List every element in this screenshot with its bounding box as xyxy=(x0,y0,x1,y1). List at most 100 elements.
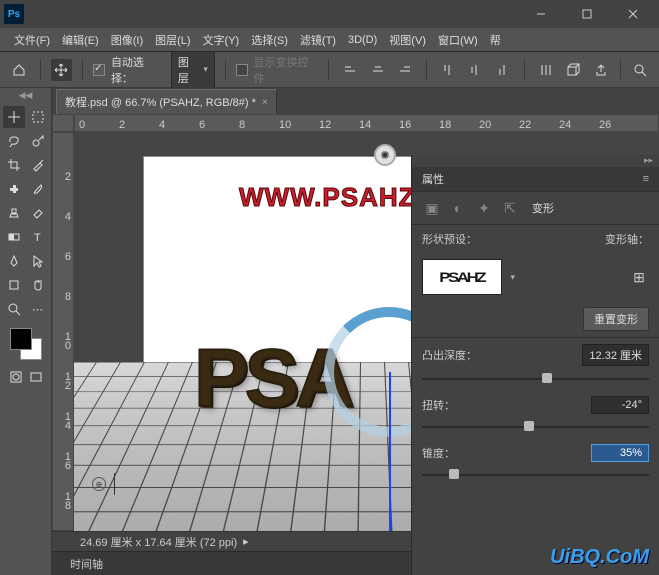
home-icon[interactable] xyxy=(8,59,30,81)
menu-bar: 文件(F) 编辑(E) 图像(I) 图层(L) 文字(Y) 选择(S) 滤镜(T… xyxy=(0,28,659,52)
screen-mode-icon[interactable] xyxy=(27,368,45,386)
align-left-icon[interactable] xyxy=(339,59,361,81)
horizontal-ruler[interactable]: 0 2 4 6 8 10 12 14 16 18 20 22 24 26 xyxy=(74,114,659,132)
mesh-icon[interactable]: ▣ xyxy=(422,198,442,218)
search-icon[interactable] xyxy=(629,59,651,81)
menu-type[interactable]: 文字(Y) xyxy=(197,30,246,50)
shape-preset-dropdown[interactable]: PSAHZ xyxy=(422,259,502,295)
crop-tool[interactable] xyxy=(3,154,25,176)
extrude-depth-value[interactable]: 12.32 厘米 xyxy=(582,344,649,366)
3d-light-widget[interactable]: ✺ xyxy=(374,144,396,166)
separator xyxy=(225,60,226,80)
source-watermark: UiBQ.CoM xyxy=(550,546,649,569)
foreground-color[interactable] xyxy=(10,328,32,350)
marquee-tool[interactable] xyxy=(27,106,49,128)
tab-title: 教程.psd @ 66.7% (PSAHZ, RGB/8#) * xyxy=(65,94,256,110)
pen-tool[interactable] xyxy=(3,250,25,272)
brush-tool[interactable] xyxy=(27,178,49,200)
menu-3d[interactable]: 3D(D) xyxy=(342,32,383,48)
app-logo: Ps xyxy=(4,4,24,24)
options-bar: 自动选择： 图层 显示变换控件 xyxy=(0,52,659,88)
twist-slider[interactable] xyxy=(422,420,649,434)
taper-value[interactable]: 35% xyxy=(591,444,649,462)
auto-select-checkbox[interactable] xyxy=(93,64,105,76)
eraser-tool[interactable] xyxy=(27,202,49,224)
axis-preset-icon[interactable]: ⊞ xyxy=(629,267,649,287)
align-middle-icon[interactable] xyxy=(465,59,487,81)
maximize-button[interactable] xyxy=(565,3,609,25)
quick-select-tool[interactable] xyxy=(27,130,49,152)
shape-preset-label: 形状预设： xyxy=(422,231,477,247)
zoom-tool[interactable] xyxy=(3,298,25,320)
deform-icon[interactable]: ◐ xyxy=(448,198,468,218)
taper-slider[interactable] xyxy=(422,468,649,482)
separator xyxy=(82,60,83,80)
menu-filter[interactable]: 滤镜(T) xyxy=(294,30,342,50)
menu-edit[interactable]: 编辑(E) xyxy=(56,30,105,50)
healing-tool[interactable] xyxy=(3,178,25,200)
timeline-tab[interactable]: 时间轴 xyxy=(62,554,111,574)
quick-mask-icon[interactable] xyxy=(7,368,25,386)
separator xyxy=(524,60,525,80)
close-tab-icon[interactable]: × xyxy=(262,97,268,108)
stamp-tool[interactable] xyxy=(3,202,25,224)
hand-tool[interactable] xyxy=(27,274,49,296)
menu-help[interactable]: 帮 xyxy=(484,30,507,50)
taper-label: 锥度： xyxy=(422,445,455,461)
align-center-h-icon[interactable] xyxy=(367,59,389,81)
distribute-icon[interactable] xyxy=(535,59,557,81)
align-right-icon[interactable] xyxy=(395,59,417,81)
lasso-tool[interactable] xyxy=(3,130,25,152)
panel-title[interactable]: 属性 ≡ xyxy=(412,167,659,191)
panel-collapse-icon[interactable]: ▸▸ xyxy=(412,155,659,167)
align-bottom-icon[interactable] xyxy=(492,59,514,81)
separator xyxy=(328,60,329,80)
gradient-tool[interactable] xyxy=(3,226,25,248)
panel-menu-icon[interactable]: ≡ xyxy=(643,173,649,185)
type-tool[interactable]: T xyxy=(27,226,49,248)
show-transform-checkbox[interactable] xyxy=(236,64,248,76)
cap-icon[interactable]: ✦ xyxy=(474,198,494,218)
color-swatch[interactable] xyxy=(8,326,44,362)
document-tab-bar: 教程.psd @ 66.7% (PSAHZ, RGB/8#) * × xyxy=(52,88,659,114)
show-transform-label: 显示变换控件 xyxy=(254,54,319,86)
separator xyxy=(426,60,427,80)
menu-window[interactable]: 窗口(W) xyxy=(432,30,484,50)
extrude-depth-slider[interactable] xyxy=(422,372,649,386)
vertical-ruler[interactable]: 2 4 6 8 1 0 1 2 1 4 1 6 1 8 xyxy=(52,132,74,531)
coords-icon[interactable]: ⇱ xyxy=(500,198,520,218)
close-button[interactable] xyxy=(611,3,655,25)
twist-value[interactable]: -24° xyxy=(591,396,649,414)
svg-text:T: T xyxy=(34,232,41,244)
collapse-icon[interactable]: ◀◀ xyxy=(2,90,49,104)
3d-axis-line[interactable] xyxy=(389,372,391,531)
shape-tool[interactable] xyxy=(3,274,25,296)
separator xyxy=(620,59,621,79)
3d-mode-icon[interactable] xyxy=(562,59,584,81)
auto-select-dropdown[interactable]: 图层 xyxy=(171,51,215,89)
menu-file[interactable]: 文件(F) xyxy=(8,30,56,50)
property-mode-tabs: ▣ ◐ ✦ ⇱ 变形 xyxy=(412,192,659,224)
document-tab[interactable]: 教程.psd @ 66.7% (PSAHZ, RGB/8#) * × xyxy=(56,89,277,114)
align-top-icon[interactable] xyxy=(437,59,459,81)
eyedropper-tool[interactable] xyxy=(27,154,49,176)
menu-select[interactable]: 选择(S) xyxy=(245,30,294,50)
menu-image[interactable]: 图像(I) xyxy=(105,30,149,50)
deform-axis-label: 变形轴： xyxy=(605,231,649,247)
path-select-tool[interactable] xyxy=(27,250,49,272)
status-menu-icon[interactable]: ▸ xyxy=(243,535,249,548)
move-tool[interactable] xyxy=(3,106,25,128)
3d-axis-gizmo[interactable]: ⊕ xyxy=(92,457,152,502)
more-tools[interactable]: ⋯ xyxy=(27,298,49,320)
extrude-depth-label: 凸出深度： xyxy=(422,347,477,363)
ruler-origin[interactable] xyxy=(52,114,74,132)
share-icon[interactable] xyxy=(590,59,612,81)
document-dimensions: 24.69 厘米 x 17.64 厘米 (72 ppi) xyxy=(80,534,237,550)
properties-panel: ▸▸ 属性 ≡ ▣ ◐ ✦ ⇱ 变形 形状预设： 变形轴： PSAHZ ⊞ 重置… xyxy=(411,155,659,575)
menu-view[interactable]: 视图(V) xyxy=(383,30,432,50)
minimize-button[interactable] xyxy=(519,3,563,25)
reset-deform-button[interactable]: 重置变形 xyxy=(583,307,649,331)
auto-select-label: 自动选择： xyxy=(111,54,165,86)
move-tool-icon[interactable] xyxy=(51,59,73,81)
menu-layer[interactable]: 图层(L) xyxy=(149,30,196,50)
